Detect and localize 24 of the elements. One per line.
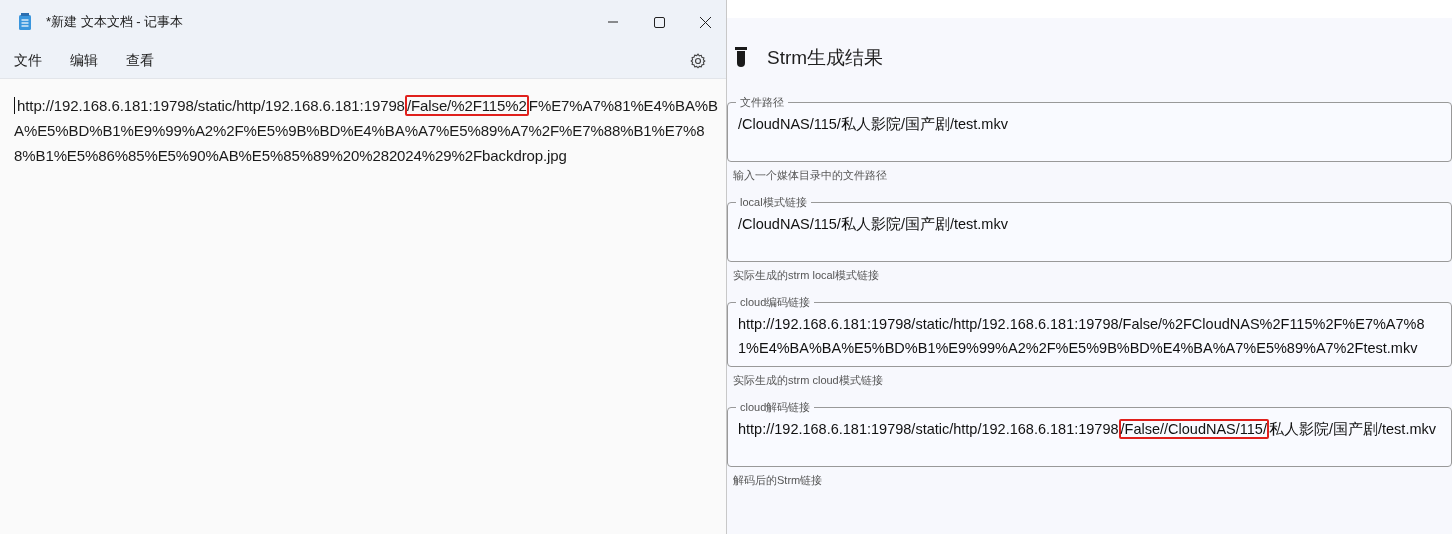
field-label: 文件路径 xyxy=(739,95,785,110)
field-value: /CloudNAS/115/私人影院/国产剧/test.mkv xyxy=(738,215,1009,234)
menu-item[interactable]: 编辑 xyxy=(62,48,106,74)
field-label: cloud编码链接 xyxy=(739,295,812,310)
field-label: local模式链接 xyxy=(739,195,808,210)
close-icon xyxy=(699,16,711,28)
field-hint: 实际生成的strm local模式链接 xyxy=(733,268,881,283)
field-hint: 解码后的Strm链接 xyxy=(733,473,824,488)
settings-icon[interactable] xyxy=(690,53,706,69)
text-field[interactable]: cloud编码链接 http://192.168.6.181:19798/static/http/192.168.6.181:19798/False/%2FCloudNAS%2F115%2F%E7%A7%81%E4%BA%BA%E5%BD%B1%E9%99%A2%2F%E5%9B%BD%E4%BA%A7%E5%89%A7%2Ftest.mkv xyxy=(727,295,1452,367)
text-field[interactable]: local模式链接 /CloudNAS/115/私人影院/国产剧/test.mkv xyxy=(727,195,1452,262)
test-tube-icon xyxy=(735,47,747,69)
maximize-icon xyxy=(653,16,665,28)
menu-item[interactable]: 查看 xyxy=(118,48,162,74)
field-value: http://192.168.6.181:19798/static/http/192.168.6.181:19798/False/%2FCloudNAS%2F115%2F%E7%A7%81%E4%BA%BA%E5%BD%B1%E9%99%A2%2F%E5%9B%BD%E4%BA%A7%E5%89%A7%2Ftest.mkv xyxy=(738,315,1426,358)
field-hint: 实际生成的strm cloud模式链接 xyxy=(733,373,884,388)
panel-title: Strm生成结果 xyxy=(767,46,884,70)
field-hint: 输入一个媒体目录中的文件路径 xyxy=(733,168,888,183)
field-value: /CloudNAS/115/私人影院/国产剧/test.mkv xyxy=(738,115,1009,134)
menu-item[interactable]: 文件 xyxy=(6,48,50,74)
text-field[interactable]: 文件路径 /CloudNAS/115/私人影院/国产剧/test.mkv xyxy=(727,95,1452,162)
window-title: *新建 文本文档 - 记事本 xyxy=(46,13,185,31)
field-label: cloud解码链接 xyxy=(739,400,812,415)
notepad-icon xyxy=(18,13,32,31)
